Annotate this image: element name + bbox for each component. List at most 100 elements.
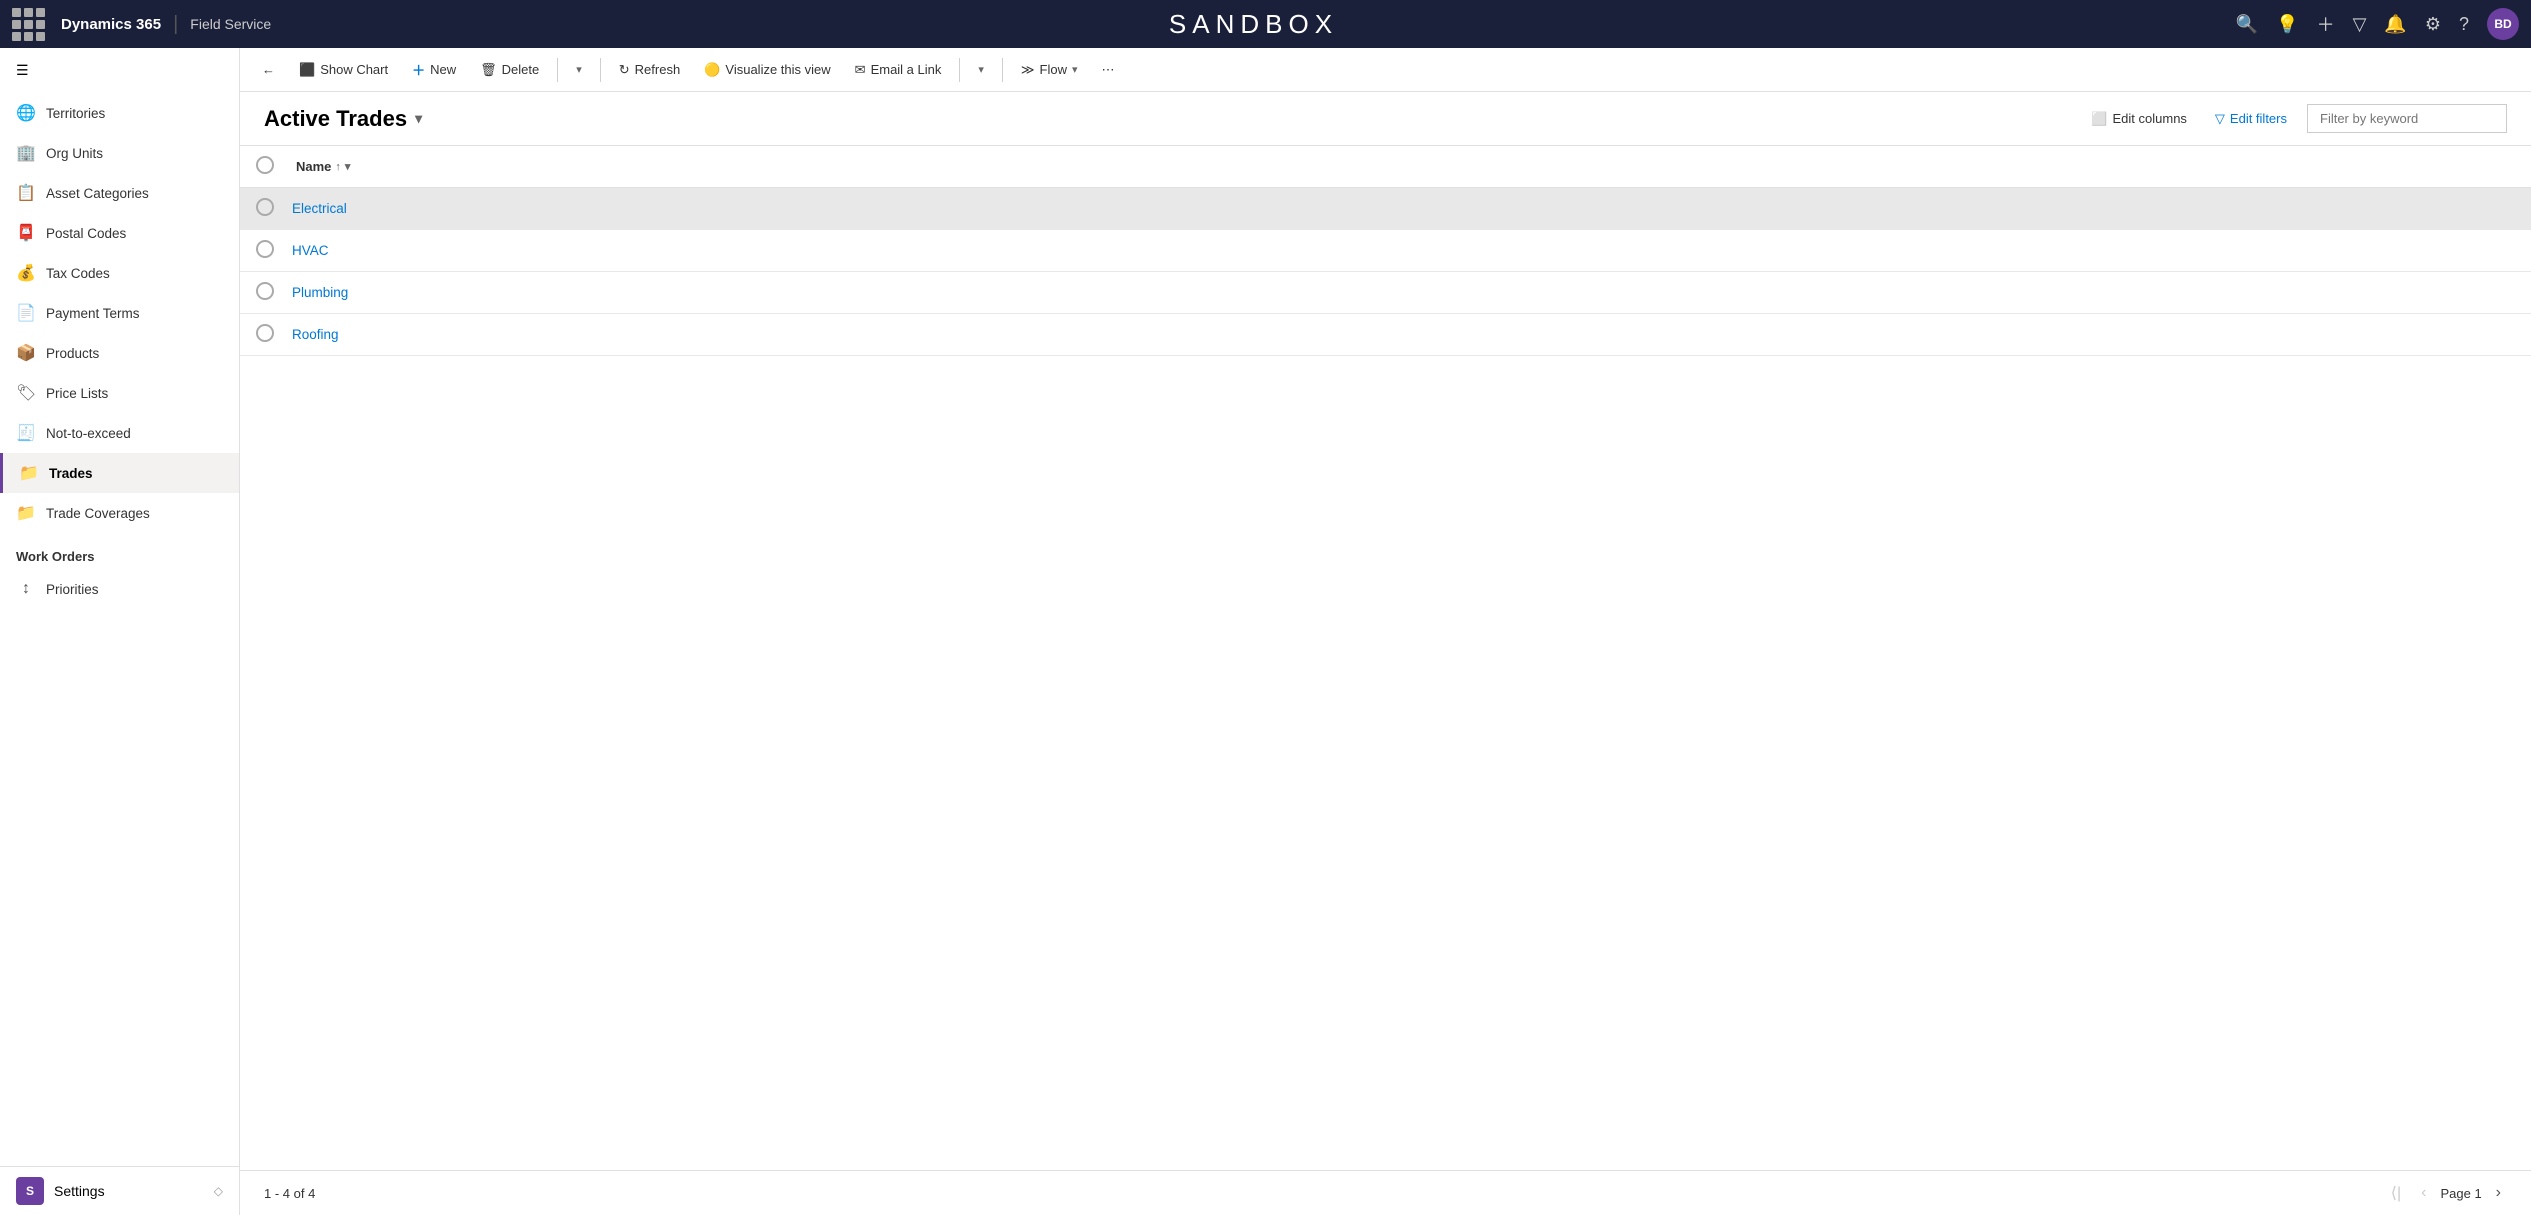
user-avatar[interactable]: BD [2487, 8, 2519, 40]
sidebar-item-price-lists[interactable]: 🏷 Price Lists [0, 373, 239, 413]
top-nav: Dynamics 365 | Field Service SANDBOX 🔍 💡… [0, 0, 2531, 48]
row-circle-check-2[interactable] [256, 282, 274, 300]
sidebar-item-asset-categories[interactable]: 📋 Asset Categories [0, 173, 239, 213]
lightbulb-icon[interactable]: 💡 [2276, 14, 2298, 35]
page-nav: ⟨| ‹ Page 1 › [2385, 1181, 2507, 1205]
add-icon[interactable]: ＋ [2317, 11, 2335, 37]
record-count: 1 - 4 of 4 [264, 1186, 315, 1201]
visualize-button[interactable]: 🟡 Visualize this view [694, 56, 840, 84]
more-button[interactable]: ⋯ [1092, 56, 1125, 84]
work-orders-section: Work Orders [0, 533, 239, 570]
sidebar-item-trade-coverages[interactable]: 📁 Trade Coverages [0, 493, 239, 533]
chevron-down-icon-2: ▾ [978, 63, 984, 76]
flow-button[interactable]: ≫ Flow ▾ [1011, 56, 1088, 84]
postal-codes-icon: 📮 [16, 223, 36, 243]
table-row[interactable]: Electrical [240, 188, 2531, 230]
territories-icon: 🌐 [16, 103, 36, 123]
toolbar-sep-3 [959, 58, 960, 82]
refresh-label: Refresh [635, 62, 681, 77]
sidebar-item-trades[interactable]: 📁 Trades [0, 453, 239, 493]
app-grid-icon[interactable] [12, 8, 45, 41]
sidebar-item-org-units[interactable]: 🏢 Org Units [0, 133, 239, 173]
filter-funnel-icon: ▽ [2215, 111, 2225, 127]
sidebar-item-products[interactable]: 📦 Products [0, 333, 239, 373]
tax-codes-icon: 💰 [16, 263, 36, 283]
sidebar-label-tax-codes: Tax Codes [46, 266, 110, 281]
sidebar-item-tax-codes[interactable]: 💰 Tax Codes [0, 253, 239, 293]
table-row[interactable]: Plumbing [240, 272, 2531, 314]
header-checkbox-area[interactable] [256, 156, 292, 177]
row-checkbox-1[interactable] [256, 240, 292, 261]
sidebar-item-postal-codes[interactable]: 📮 Postal Codes [0, 213, 239, 253]
refresh-button[interactable]: ↻ Refresh [609, 56, 690, 84]
row-circle-check-1[interactable] [256, 240, 274, 258]
sidebar-item-not-to-exceed[interactable]: 🧾 Not-to-exceed [0, 413, 239, 453]
hamburger-icon[interactable]: ☰ [0, 48, 239, 93]
header-circle-check[interactable] [256, 156, 274, 174]
list-title-chevron-icon[interactable]: ▾ [415, 110, 422, 127]
row-circle-check-3[interactable] [256, 324, 274, 342]
back-icon: ← [262, 62, 275, 77]
table-area: Name ↑ ▾ Electrical HVAC [240, 146, 2531, 1170]
page-label: Page 1 [2440, 1186, 2481, 1201]
toolbar-sep-4 [1002, 58, 1003, 82]
row-name-3[interactable]: Roofing [292, 327, 2515, 342]
show-chart-button[interactable]: ⬛ Show Chart [289, 56, 398, 84]
dropdown-button-1[interactable]: ▾ [566, 57, 592, 82]
sidebar-label-payment-terms: Payment Terms [46, 306, 140, 321]
email-link-button[interactable]: ✉ Email a Link [845, 56, 952, 84]
price-lists-icon: 🏷 [16, 383, 36, 403]
dropdown-button-2[interactable]: ▾ [968, 57, 994, 82]
row-name-0[interactable]: Electrical [292, 201, 2515, 216]
sidebar-item-priorities[interactable]: ↕ Priorities [0, 570, 239, 608]
edit-filters-button[interactable]: ▽ Edit filters [2207, 107, 2295, 131]
sidebar-item-territories[interactable]: 🌐 Territories [0, 93, 239, 133]
table-row[interactable]: HVAC [240, 230, 2531, 272]
visualize-icon: 🟡 [704, 62, 720, 78]
sort-chevron-icon[interactable]: ▾ [345, 160, 351, 173]
brand-label[interactable]: Dynamics 365 [61, 16, 161, 33]
search-icon[interactable]: 🔍 [2236, 14, 2258, 35]
gear-icon[interactable]: ⚙ [2425, 14, 2441, 35]
next-page-button[interactable]: › [2490, 1182, 2507, 1204]
sidebar-item-payment-terms[interactable]: 📄 Payment Terms [0, 293, 239, 333]
delete-button[interactable]: 🗑 Delete [470, 56, 549, 84]
new-label: New [430, 62, 456, 77]
row-checkbox-3[interactable] [256, 324, 292, 345]
email-label: Email a Link [871, 62, 942, 77]
filter-input[interactable] [2307, 104, 2507, 133]
table-column-header: Name ↑ ▾ [240, 146, 2531, 188]
list-title-text: Active Trades [264, 106, 407, 132]
row-checkbox-0[interactable] [256, 198, 292, 219]
nav-divider: | [173, 13, 178, 36]
sidebar-label-trades: Trades [49, 466, 93, 481]
new-plus-icon: ＋ [412, 60, 425, 79]
sidebar-label-territories: Territories [46, 106, 105, 121]
row-checkbox-2[interactable] [256, 282, 292, 303]
prev-page-button[interactable]: ‹ [2415, 1182, 2432, 1204]
sort-asc-icon: ↑ [335, 161, 341, 173]
bell-icon[interactable]: 🔔 [2384, 14, 2406, 35]
sidebar-label-priorities: Priorities [46, 582, 99, 597]
row-name-2[interactable]: Plumbing [292, 285, 2515, 300]
filter-icon[interactable]: ▽ [2353, 14, 2367, 35]
help-icon[interactable]: ? [2459, 14, 2469, 35]
first-page-button[interactable]: ⟨| [2385, 1181, 2407, 1205]
flow-label: Flow [1040, 62, 1067, 77]
list-title: Active Trades ▾ [264, 106, 422, 132]
sidebar-bottom: S Settings ◇ [0, 1166, 239, 1215]
edit-columns-button[interactable]: ⬜ Edit columns [2083, 107, 2195, 131]
row-name-1[interactable]: HVAC [292, 243, 2515, 258]
sidebar-settings[interactable]: S Settings ◇ [0, 1167, 239, 1215]
pagination: 1 - 4 of 4 ⟨| ‹ Page 1 › [240, 1170, 2531, 1215]
new-button[interactable]: ＋ New [402, 54, 466, 85]
back-button[interactable]: ← [252, 56, 285, 83]
sidebar-label-not-to-exceed: Not-to-exceed [46, 426, 131, 441]
table-row[interactable]: Roofing [240, 314, 2531, 356]
visualize-label: Visualize this view [725, 62, 830, 77]
chart-icon: ⬛ [299, 62, 315, 78]
name-column-header[interactable]: Name ↑ ▾ [296, 159, 2515, 174]
toolbar: ← ⬛ Show Chart ＋ New 🗑 Delete ▾ ↻ Refres… [240, 48, 2531, 92]
row-circle-check-0[interactable] [256, 198, 274, 216]
trades-icon: 📁 [19, 463, 39, 483]
